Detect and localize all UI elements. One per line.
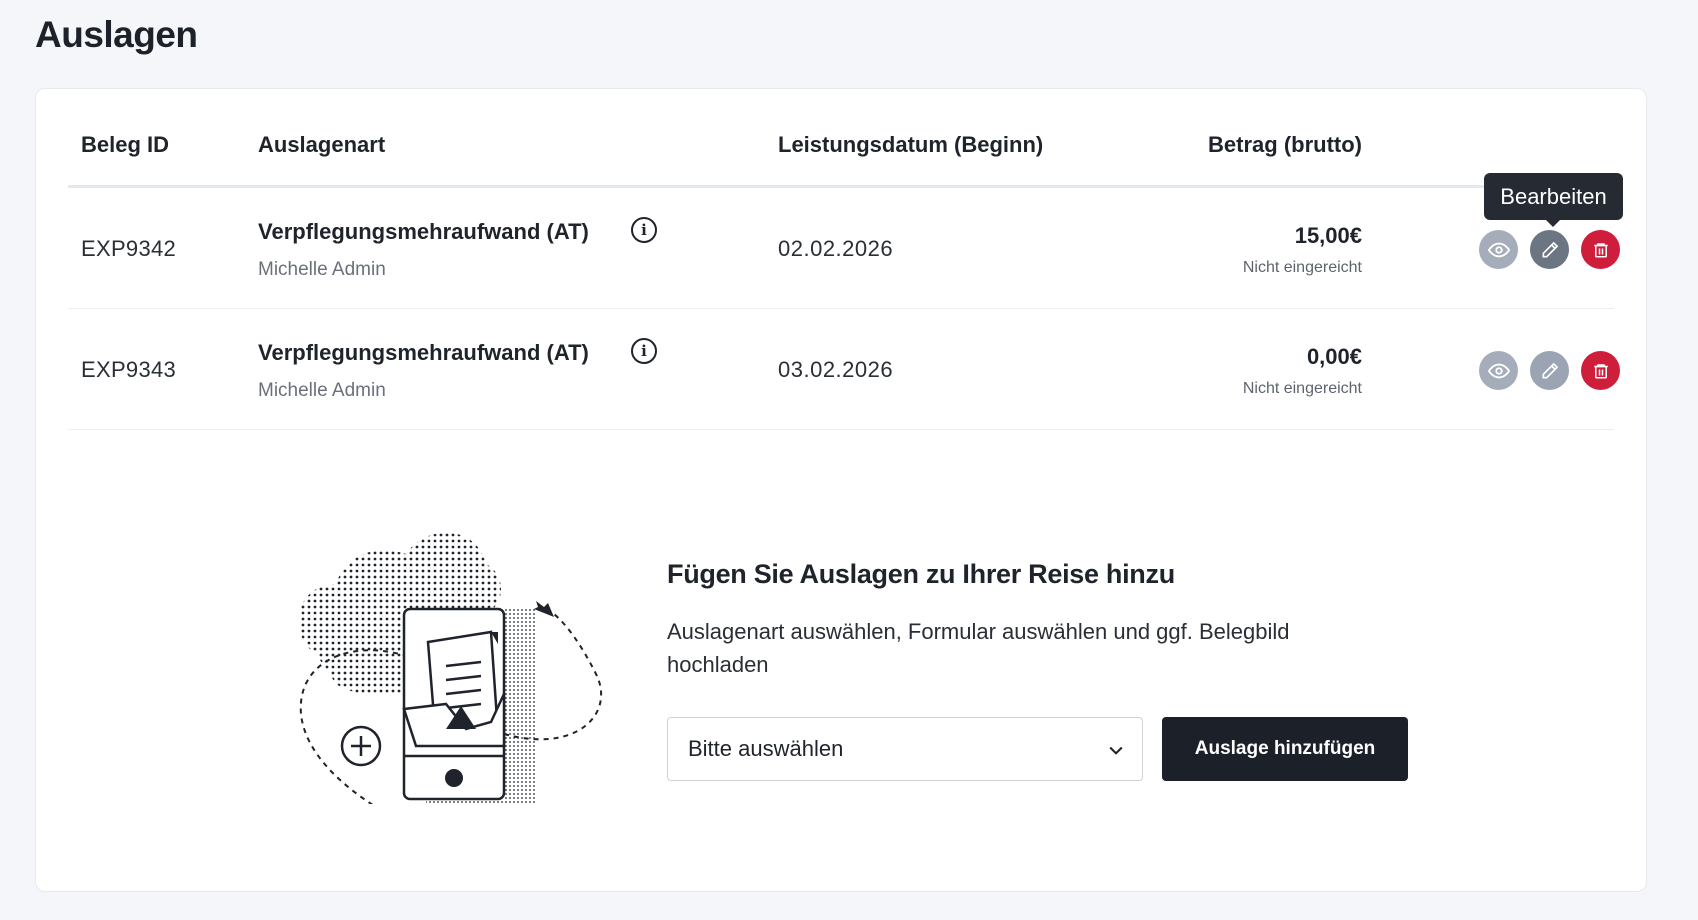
edit-button[interactable]	[1530, 351, 1569, 390]
trash-icon	[1593, 363, 1608, 378]
expense-person: Michelle Admin	[258, 380, 386, 401]
edit-tooltip: Bearbeiten	[1484, 173, 1623, 227]
select-value: Bitte auswählen	[688, 736, 844, 761]
header-leistungsdatum: Leistungsdatum (Beginn)	[778, 132, 1044, 157]
empty-state-title: Fügen Sie Auslagen zu Ihrer Reise hinzu	[667, 559, 1175, 589]
header-betrag: Betrag (brutto)	[1208, 132, 1362, 157]
beleg-id: EXP9343	[81, 357, 177, 382]
expense-illustration	[298, 532, 602, 804]
add-expense-button[interactable]: Auslage hinzufügen	[1162, 717, 1408, 781]
delete-button[interactable]	[1581, 351, 1620, 390]
expense-type: Verpflegungsmehraufwand (AT)	[258, 219, 589, 244]
row-actions	[1479, 351, 1620, 390]
page-title: Auslagen	[35, 14, 198, 55]
beleg-id: EXP9342	[81, 236, 177, 261]
amount: 15,00€	[1294, 223, 1362, 248]
row-actions	[1479, 230, 1620, 269]
eye-icon	[1487, 242, 1510, 257]
expense-person: Michelle Admin	[258, 259, 386, 280]
delete-button[interactable]	[1581, 230, 1620, 269]
expenses-table: Beleg ID Auslagenart Leistungsdatum (Beg…	[68, 89, 1623, 430]
status-text: Nicht eingereicht	[1242, 259, 1362, 276]
view-button[interactable]	[1479, 351, 1518, 390]
service-date: 03.02.2026	[778, 357, 894, 382]
header-auslagenart: Auslagenart	[258, 132, 386, 157]
chevron-down-icon	[1109, 746, 1123, 755]
header-beleg-id: Beleg ID	[81, 132, 170, 157]
amount: 0,00€	[1306, 344, 1362, 369]
expenses-card: Beleg ID Auslagenart Leistungsdatum (Beg…	[35, 88, 1647, 892]
pencil-icon	[1542, 241, 1558, 257]
table-row: EXP9342 Verpflegungsmehraufwand (AT) i M…	[68, 188, 1620, 309]
table-row: EXP9343 Verpflegungsmehraufwand (AT) i M…	[68, 309, 1620, 430]
expense-type: Verpflegungsmehraufwand (AT)	[258, 340, 589, 365]
eye-icon	[1487, 363, 1510, 378]
view-button[interactable]	[1479, 230, 1518, 269]
service-date: 02.02.2026	[778, 236, 894, 261]
expense-type-select[interactable]: Bitte auswählen	[667, 717, 1143, 781]
table-header: Beleg ID Auslagenart Leistungsdatum (Beg…	[68, 89, 1614, 188]
info-icon[interactable]: i	[631, 217, 657, 243]
empty-state-description: Auslagenart auswählen, Formular auswähle…	[667, 619, 1290, 677]
info-icon[interactable]: i	[631, 338, 657, 364]
pencil-icon	[1542, 362, 1558, 378]
trash-icon	[1593, 242, 1608, 257]
status-text: Nicht eingereicht	[1242, 380, 1362, 397]
edit-button[interactable]	[1530, 230, 1569, 269]
